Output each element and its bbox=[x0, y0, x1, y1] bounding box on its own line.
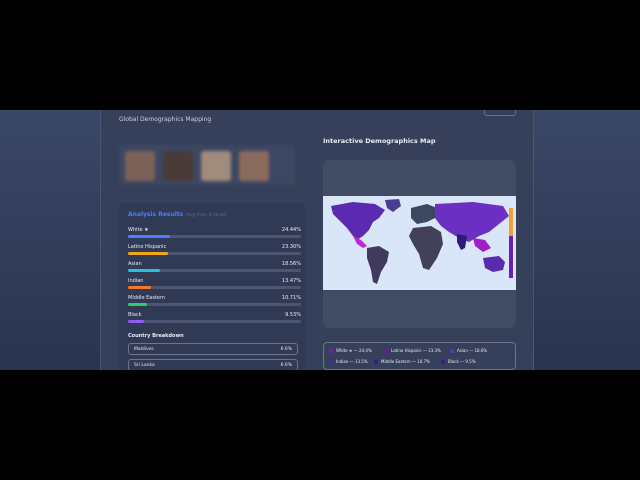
legend-swatch bbox=[450, 349, 454, 353]
country-name: Sri Lanka bbox=[134, 363, 155, 368]
result-row: Black 9.53% bbox=[128, 312, 301, 326]
result-bar-track bbox=[128, 303, 301, 306]
result-label: Indian bbox=[128, 278, 144, 284]
map-card bbox=[323, 160, 516, 328]
face-thumbnail[interactable] bbox=[201, 151, 231, 181]
face-thumbnails bbox=[119, 145, 295, 185]
map-title: Interactive Demographics Map bbox=[323, 137, 436, 145]
country-value: 6.6% bbox=[280, 347, 292, 352]
legend-label: Middle Eastern — 10.7% bbox=[381, 359, 430, 364]
results-subtitle: (Avg from 4 faces) bbox=[185, 213, 227, 218]
result-bar-fill bbox=[128, 252, 169, 255]
country-row[interactable]: Maldives 6.6% bbox=[128, 343, 298, 355]
main-panel: Global Demographics Mapping Analysis Res… bbox=[100, 110, 534, 370]
country-value: 6.6% bbox=[280, 363, 292, 368]
result-row: Indian 13.47% bbox=[128, 278, 301, 292]
result-label: White ★ bbox=[128, 227, 149, 233]
world-map-svg bbox=[323, 196, 516, 290]
legend-label: White ★ — 24.4% bbox=[336, 348, 372, 353]
result-value: 24.44% bbox=[281, 227, 301, 233]
world-map[interactable] bbox=[323, 196, 516, 290]
result-value: 18.56% bbox=[281, 261, 301, 267]
legend-label: Latino Hispanic — 23.3% bbox=[391, 348, 441, 353]
result-value: 23.30% bbox=[281, 244, 301, 250]
result-bar-track bbox=[128, 286, 301, 289]
legend-swatch bbox=[374, 360, 378, 364]
legend-label: Black — 9.5% bbox=[448, 359, 476, 364]
result-bar-fill bbox=[128, 269, 161, 272]
result-label: Asian bbox=[128, 261, 142, 267]
legend-item[interactable]: White ★ — 24.4% bbox=[329, 348, 372, 353]
result-value: 9.53% bbox=[285, 312, 301, 318]
analysis-results-card: Analysis Results (Avg from 4 faces) White… bbox=[119, 203, 305, 370]
result-row: Asian 18.56% bbox=[128, 261, 301, 275]
result-value: 10.71% bbox=[281, 295, 301, 301]
legend-swatch bbox=[329, 360, 333, 364]
face-thumbnail[interactable] bbox=[163, 151, 193, 181]
result-row: White ★ 24.44% bbox=[128, 227, 301, 241]
result-row: Latino Hispanic 23.30% bbox=[128, 244, 301, 258]
result-bar-fill bbox=[128, 303, 147, 306]
result-bar-track bbox=[128, 320, 301, 323]
result-value: 13.47% bbox=[281, 278, 301, 284]
header-button[interactable] bbox=[484, 110, 516, 116]
background-left bbox=[0, 110, 100, 370]
result-bar-track bbox=[128, 252, 301, 255]
result-bar-track bbox=[128, 235, 301, 238]
legend-label: Indian — 13.5% bbox=[336, 359, 368, 364]
result-bar-fill bbox=[128, 320, 145, 323]
map-legend: White ★ — 24.4% Latino Hispanic — 23.3% As… bbox=[323, 342, 516, 370]
legend-swatch bbox=[384, 349, 388, 353]
browser-viewport: Global Demographics Mapping Analysis Res… bbox=[0, 110, 640, 370]
country-row[interactable]: Sri Lanka 6.6% bbox=[128, 359, 298, 370]
legend-item[interactable]: Asian — 18.6% bbox=[450, 348, 487, 353]
face-thumbnail[interactable] bbox=[125, 151, 155, 181]
result-bar-track bbox=[128, 269, 301, 272]
country-name: Maldives bbox=[134, 347, 154, 352]
legend-swatch bbox=[329, 349, 333, 353]
legend-item[interactable]: Latino Hispanic — 23.3% bbox=[384, 348, 441, 353]
results-title: Analysis Results (Avg from 4 faces) bbox=[128, 211, 227, 218]
page-subtitle: Global Demographics Mapping bbox=[119, 116, 212, 123]
legend-label: Asian — 18.6% bbox=[457, 348, 488, 353]
result-label: Black bbox=[128, 312, 142, 318]
legend-swatch bbox=[441, 360, 445, 364]
face-thumbnail[interactable] bbox=[239, 151, 269, 181]
legend-item[interactable]: Middle Eastern — 10.7% bbox=[374, 359, 430, 364]
result-label: Latino Hispanic bbox=[128, 244, 167, 250]
result-label: Middle Eastern bbox=[128, 295, 166, 301]
country-breakdown-title: Country Breakdown bbox=[128, 333, 184, 339]
result-bar-fill bbox=[128, 235, 171, 238]
result-bar-fill bbox=[128, 286, 152, 289]
background-right bbox=[534, 110, 640, 370]
legend-item[interactable]: Indian — 13.5% bbox=[329, 359, 368, 364]
legend-item[interactable]: Black — 9.5% bbox=[441, 359, 476, 364]
result-row: Middle Eastern 10.71% bbox=[128, 295, 301, 309]
